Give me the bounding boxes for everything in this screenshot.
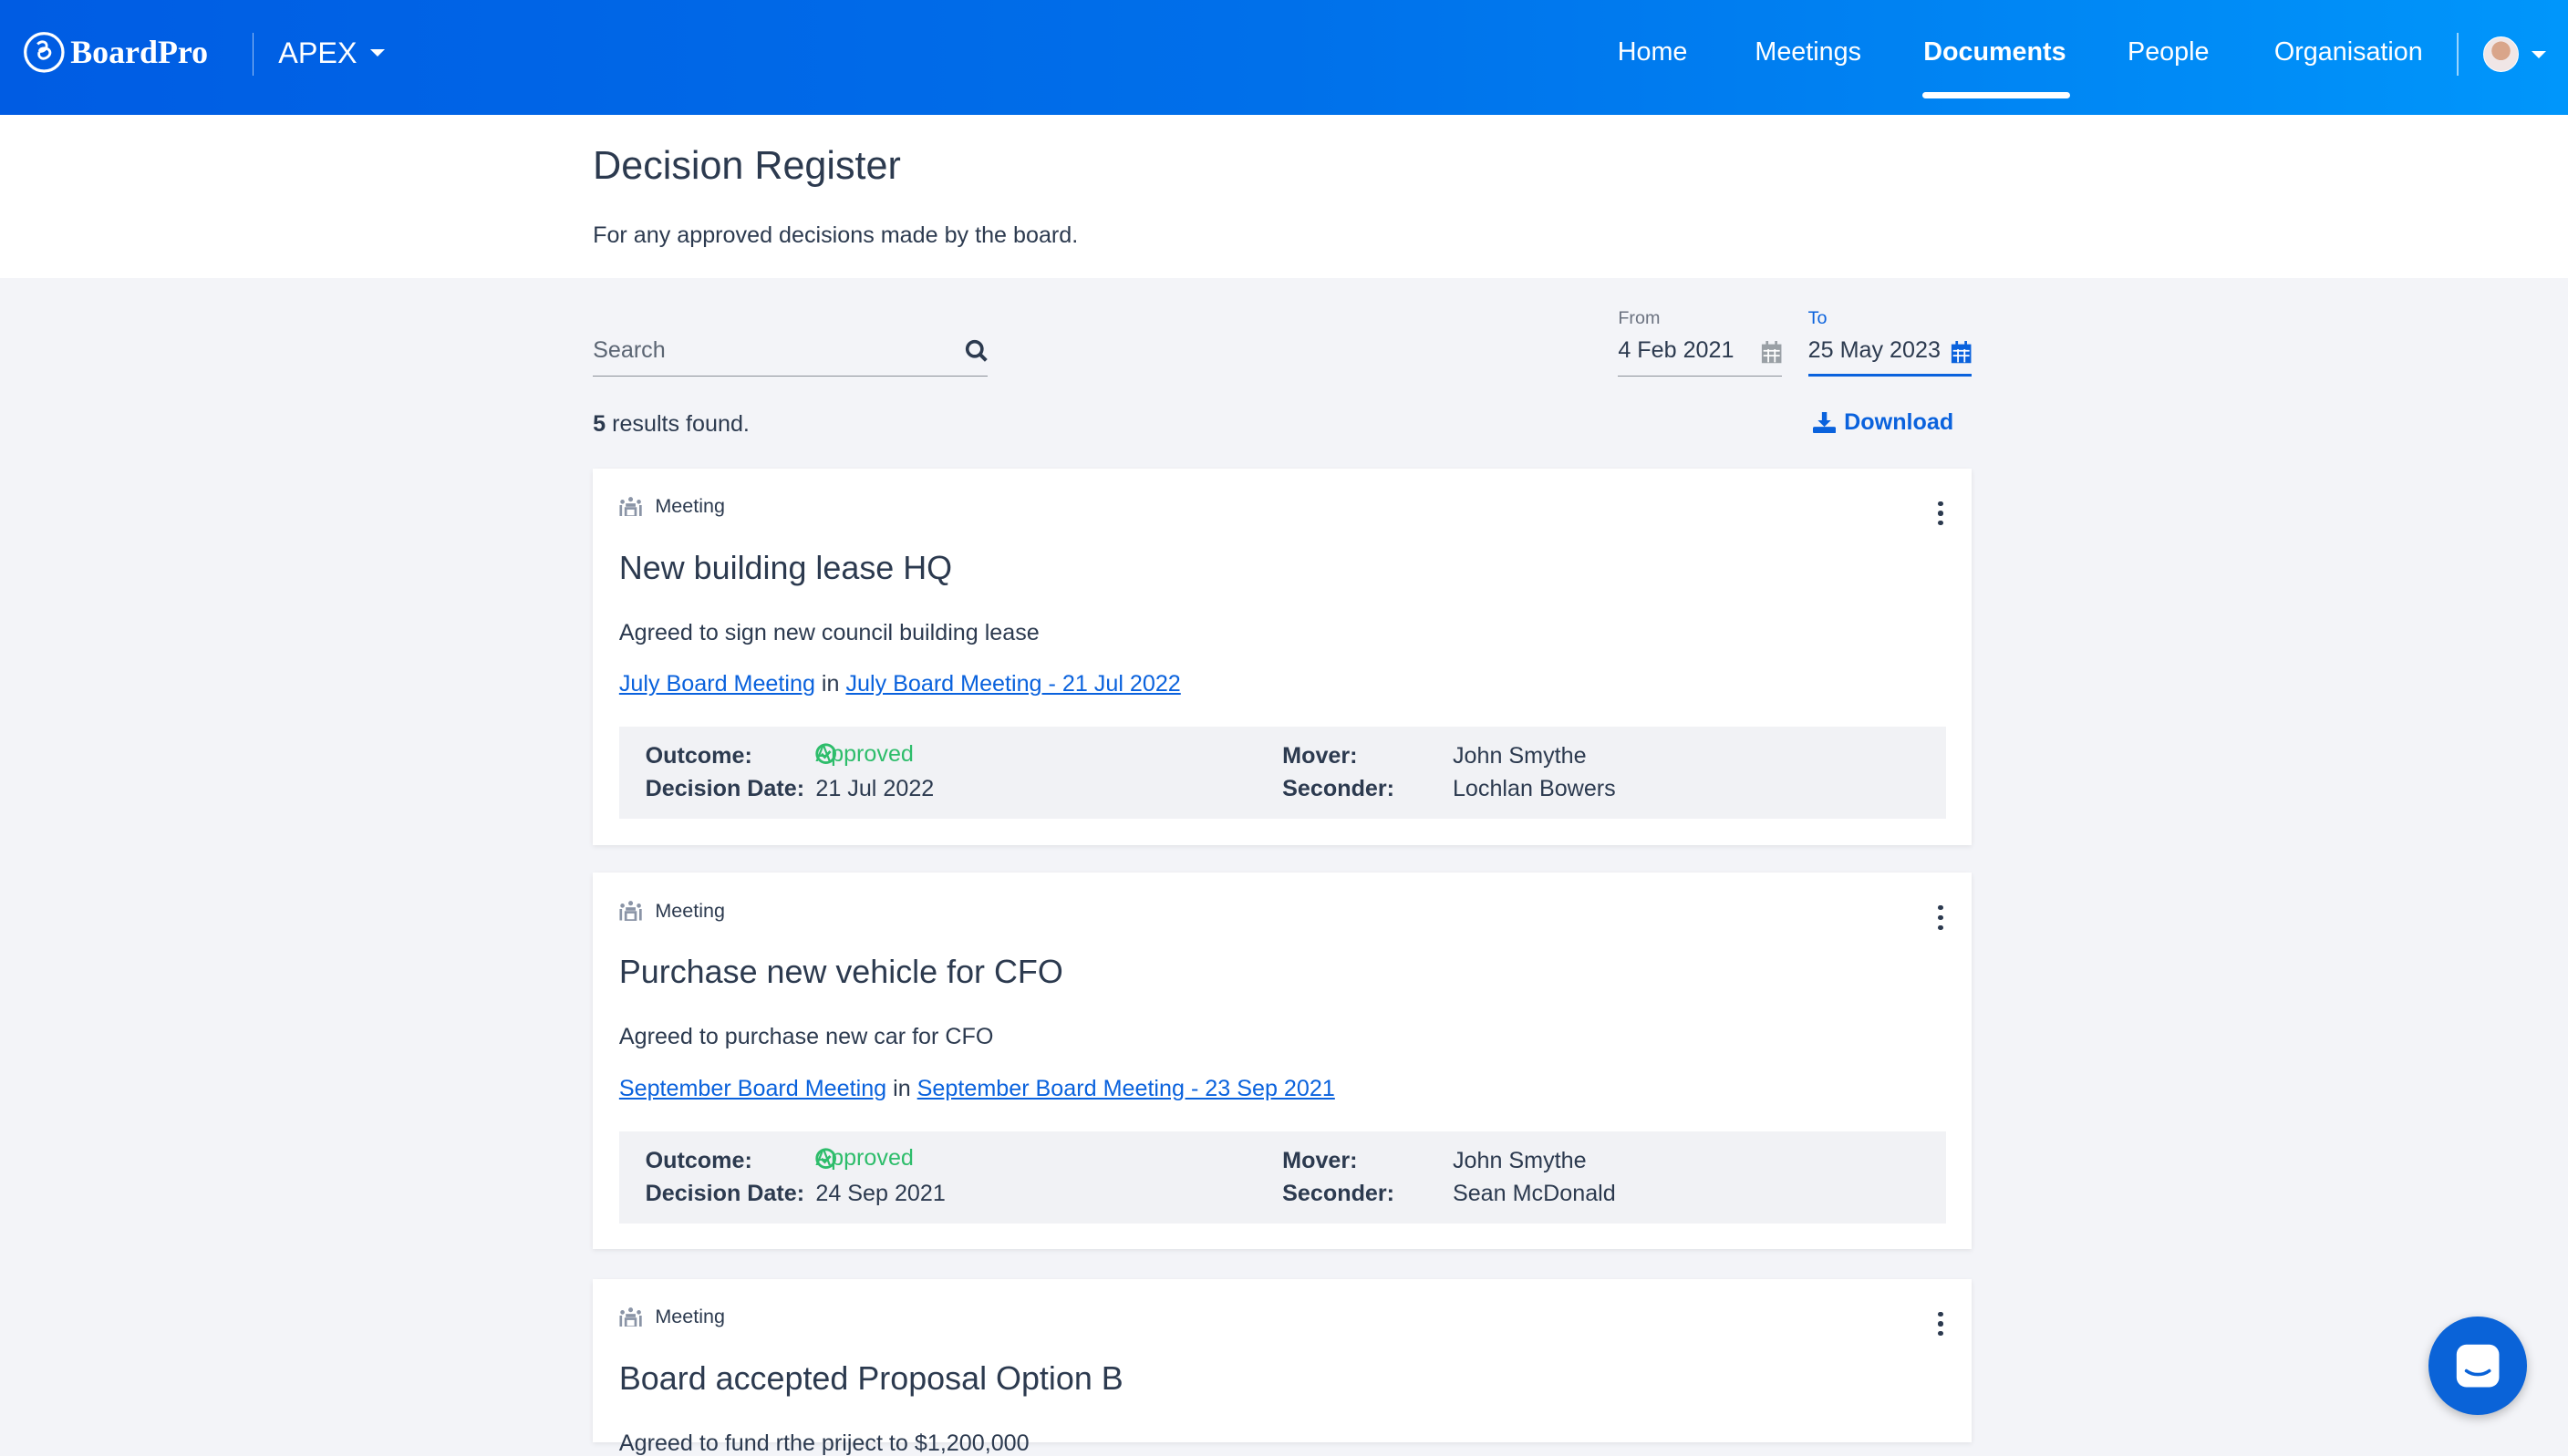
results-count: 5 results found. (593, 410, 750, 437)
more-options-icon[interactable] (1936, 501, 1946, 526)
org-switcher[interactable]: APEX (278, 36, 385, 70)
calendar-icon[interactable] (1761, 340, 1782, 364)
decision-date: 21 Jul 2022 (815, 776, 935, 802)
decision-source: September Board Meeting in September Boa… (618, 1075, 1335, 1101)
caret-down-icon (369, 49, 385, 57)
decision-type: Meeting (619, 1305, 725, 1328)
meeting-instance-link[interactable]: July Board Meeting - 21 Jul 2022 (845, 671, 1180, 697)
download-button[interactable]: Download (1813, 409, 1953, 436)
page-header (0, 114, 2568, 279)
decision-description: Agreed to fund rthe priject to $1,200,00… (618, 1430, 1030, 1456)
meeting-icon (619, 901, 642, 921)
search-icon[interactable] (965, 339, 988, 362)
decision-source: July Board Meeting in July Board Meeting… (618, 671, 1181, 697)
seconder: Lochlan Bowers (1452, 776, 1616, 802)
meeting-icon (619, 1306, 642, 1327)
more-options-icon[interactable] (1936, 1311, 1946, 1337)
decision-description: Agreed to purchase new car for CFO (618, 1024, 994, 1050)
decision-title: New building lease HQ (618, 548, 953, 586)
decision-title: Board accepted Proposal Option B (618, 1358, 1124, 1397)
meeting-icon (619, 496, 642, 517)
nav-home[interactable]: Home (1618, 37, 1688, 67)
divider (252, 32, 254, 76)
decision-description: Agreed to sign new council building leas… (618, 619, 1040, 645)
from-label: From (1618, 307, 1661, 328)
page-subtitle: For any approved decisions made by the b… (593, 222, 1079, 249)
mover: John Smythe (1452, 743, 1587, 769)
search-input[interactable]: Search (593, 337, 988, 377)
meeting-instance-link[interactable]: September Board Meeting - 23 Sep 2021 (917, 1076, 1335, 1101)
divider (2456, 32, 2459, 76)
to-label: To (1807, 307, 1828, 328)
meeting-link[interactable]: September Board Meeting (619, 1076, 886, 1101)
decision-type: Meeting (619, 494, 725, 518)
decision-type: Meeting (619, 899, 725, 923)
nav-people[interactable]: People (2128, 37, 2209, 67)
decision-title: Purchase new vehicle for CFO (618, 953, 1063, 991)
seconder: Sean McDonald (1452, 1180, 1616, 1206)
logo-icon (24, 32, 65, 73)
decision-date: 24 Sep 2021 (815, 1180, 946, 1206)
chat-launcher-button[interactable] (2428, 1316, 2528, 1415)
top-navbar: BoardPro APEX Home Meetings Documents Pe… (0, 0, 2568, 115)
active-nav-indicator (1922, 91, 2070, 98)
nav-documents[interactable]: Documents (1923, 37, 2066, 67)
nav-meetings[interactable]: Meetings (1755, 37, 1861, 67)
from-date-field[interactable]: 4 Feb 2021 (1618, 337, 1782, 377)
page-title: Decision Register (593, 144, 901, 189)
calendar-icon[interactable] (1951, 340, 1972, 364)
more-options-icon[interactable] (1936, 905, 1946, 930)
download-icon (1813, 411, 1837, 434)
nav-organisation[interactable]: Organisation (2274, 37, 2423, 67)
decision-details: Outcome: Approved Decision Date: 21 Jul … (618, 727, 1946, 819)
decision-details: Outcome: Approved Decision Date: 24 Sep … (618, 1131, 1946, 1224)
decision-card: Meeting Board accepted Proposal Option B… (593, 1278, 1973, 1455)
to-date-field[interactable]: 25 May 2023 (1807, 337, 1973, 377)
decision-card: Meeting New building lease HQ Agreed to … (593, 468, 1973, 845)
mover: John Smythe (1452, 1147, 1587, 1173)
decision-card: Meeting Purchase new vehicle for CFO Agr… (593, 873, 1973, 1250)
outcome-status: Approved (815, 740, 914, 767)
user-menu-caret-icon[interactable] (2532, 50, 2547, 59)
user-avatar[interactable] (2482, 36, 2520, 72)
chat-icon (2456, 1344, 2500, 1388)
meeting-link[interactable]: July Board Meeting (619, 671, 815, 697)
boardpro-logo[interactable]: BoardPro (23, 31, 208, 74)
outcome-status: Approved (815, 1145, 914, 1172)
